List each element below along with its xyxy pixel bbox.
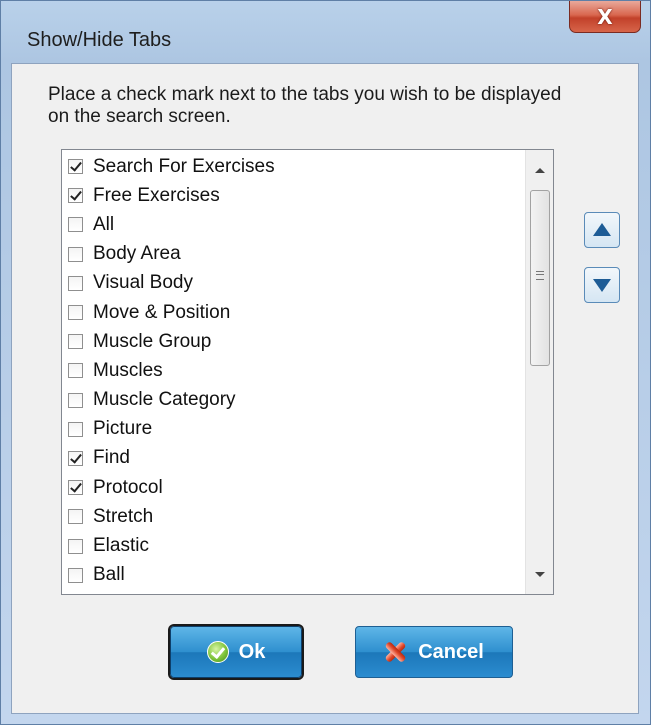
list-item[interactable]: Muscle Group [62, 327, 524, 356]
cancel-button-label: Cancel [418, 640, 484, 663]
list-item-label: Search For Exercises [93, 155, 275, 177]
move-down-button[interactable] [584, 267, 620, 303]
list-item-label: All [93, 213, 115, 235]
close-button[interactable]: X [569, 1, 641, 33]
list-item[interactable]: Protocol [62, 473, 524, 502]
check-circle-icon [206, 641, 229, 663]
checkbox[interactable] [68, 480, 83, 496]
dialog-window: Show/Hide Tabs X Place a check mark next… [0, 0, 651, 725]
list-item-label: Move & Position [93, 301, 231, 323]
list-item-label: Elastic [93, 535, 149, 557]
checkbox[interactable] [68, 450, 83, 466]
checkbox[interactable] [68, 509, 83, 525]
list-item[interactable]: Find [62, 444, 524, 473]
triangle-down-icon [593, 279, 611, 292]
list-item-label: Ball [93, 564, 125, 586]
scroll-down-arrow-icon[interactable] [535, 572, 545, 577]
red-x-icon [384, 641, 406, 663]
list-item-label: Free Exercises [93, 184, 220, 206]
dialog-content: Place a check mark next to the tabs you … [11, 63, 639, 714]
list-item[interactable]: Search For Exercises [62, 152, 524, 181]
list-item-label: Find [93, 447, 130, 469]
grip-icon [536, 271, 544, 280]
list-item-label: Muscle Group [93, 330, 212, 352]
checkbox[interactable] [68, 334, 83, 350]
checkbox[interactable] [68, 275, 83, 291]
scroll-up-arrow-icon[interactable] [535, 168, 545, 173]
checkbox[interactable] [68, 305, 83, 321]
vertical-scrollbar[interactable] [525, 150, 553, 594]
list-item[interactable]: Muscles [62, 356, 524, 385]
checkbox[interactable] [68, 392, 83, 408]
list-item[interactable]: Visual Body [62, 269, 524, 298]
list-item-label: Stretch [93, 505, 154, 527]
tabs-checklist[interactable]: Search For Exercises Free Exercises All Bod… [61, 149, 554, 595]
cancel-button[interactable]: Cancel [355, 626, 513, 678]
list-item[interactable]: Picture [62, 415, 524, 444]
list-item-label: Visual Body [93, 272, 193, 294]
list-item[interactable]: Ball [62, 561, 524, 590]
list-item[interactable]: Stretch [62, 502, 524, 531]
ok-button[interactable]: Ok [170, 626, 302, 678]
list-item[interactable]: All [62, 210, 524, 239]
checkbox[interactable] [68, 538, 83, 554]
ok-button-label: Ok [238, 640, 266, 663]
checkbox[interactable] [68, 217, 83, 233]
checkbox[interactable] [68, 363, 83, 379]
checkbox[interactable] [68, 188, 83, 204]
triangle-up-icon [593, 223, 611, 236]
title-bar[interactable]: Show/Hide Tabs X [1, 1, 650, 63]
checkbox[interactable] [68, 567, 83, 583]
tabs-checklist-items: Search For Exercises Free Exercises All Bod… [62, 152, 524, 590]
list-item-label: Muscles [93, 359, 163, 381]
list-item[interactable]: Elastic [62, 531, 524, 560]
checkbox[interactable] [68, 159, 83, 175]
list-item-label: Muscle Category [93, 389, 236, 411]
scroll-thumb[interactable] [530, 190, 550, 366]
list-item[interactable]: Body Area [62, 240, 524, 269]
list-item-label: Protocol [93, 476, 163, 498]
instruction-text: Place a check mark next to the tabs you … [48, 84, 562, 127]
list-item-label: Picture [93, 418, 153, 440]
dialog-title: Show/Hide Tabs [27, 29, 172, 51]
checkbox[interactable] [68, 421, 83, 437]
move-up-button[interactable] [584, 212, 620, 248]
list-item[interactable]: Muscle Category [62, 386, 524, 415]
list-item[interactable]: Free Exercises [62, 181, 524, 210]
checkbox[interactable] [68, 246, 83, 262]
list-item-label: Body Area [93, 243, 181, 265]
list-item[interactable]: Move & Position [62, 298, 524, 327]
